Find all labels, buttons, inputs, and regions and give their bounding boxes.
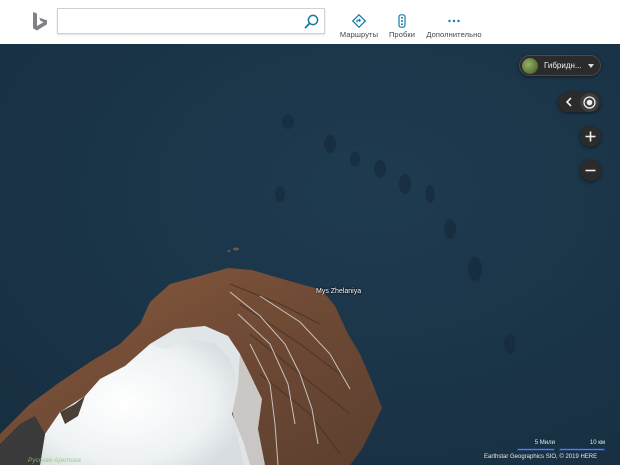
traffic-label: Пробки <box>388 30 416 39</box>
zoom-in-icon <box>585 131 596 142</box>
scale-km-label: 10 км <box>589 440 605 446</box>
traffic-icon <box>398 14 406 28</box>
copyright-text: Earthstar Geographics SIO, © 2019 HERE <box>484 454 598 460</box>
chevron-left-icon[interactable] <box>561 94 577 110</box>
zoom-in-button[interactable] <box>580 126 601 147</box>
zoom-out-icon <box>585 169 596 172</box>
scale-miles-bar <box>517 448 555 451</box>
scale-bar-km: 10 км <box>559 440 605 452</box>
map-style-thumbnail-icon <box>522 58 538 74</box>
search-input[interactable] <box>64 12 300 30</box>
map-style-picker[interactable]: Гибридн... <box>519 55 601 76</box>
directions-icon <box>352 14 366 28</box>
scale-miles-label: 5 Мили <box>534 440 555 446</box>
zoom-out-button[interactable] <box>580 160 601 181</box>
map-style-label: Гибридн... <box>544 61 582 70</box>
locate-me-button[interactable] <box>580 93 599 112</box>
locate-me-icon <box>583 96 596 109</box>
more-label: Дополнительно <box>426 30 482 39</box>
more-icon <box>448 19 460 23</box>
region-label: Русская Арктика <box>28 457 81 464</box>
satellite-imagery <box>0 44 620 465</box>
top-bar: Маршруты Пробки Дополнительно <box>0 0 620 44</box>
place-label[interactable]: Mys Zhelaniya <box>316 288 361 295</box>
locate-control <box>558 92 601 112</box>
chevron-down-icon <box>588 64 594 68</box>
search-box <box>57 8 325 34</box>
traffic-button[interactable]: Пробки <box>372 14 432 39</box>
scale-bar-miles: 5 Мили <box>517 440 555 452</box>
search-icon[interactable] <box>303 13 320 30</box>
bing-logo-icon[interactable] <box>30 11 50 33</box>
scale-km-bar <box>559 448 605 451</box>
more-button[interactable]: Дополнительно <box>424 14 484 39</box>
map-canvas[interactable] <box>0 44 620 465</box>
